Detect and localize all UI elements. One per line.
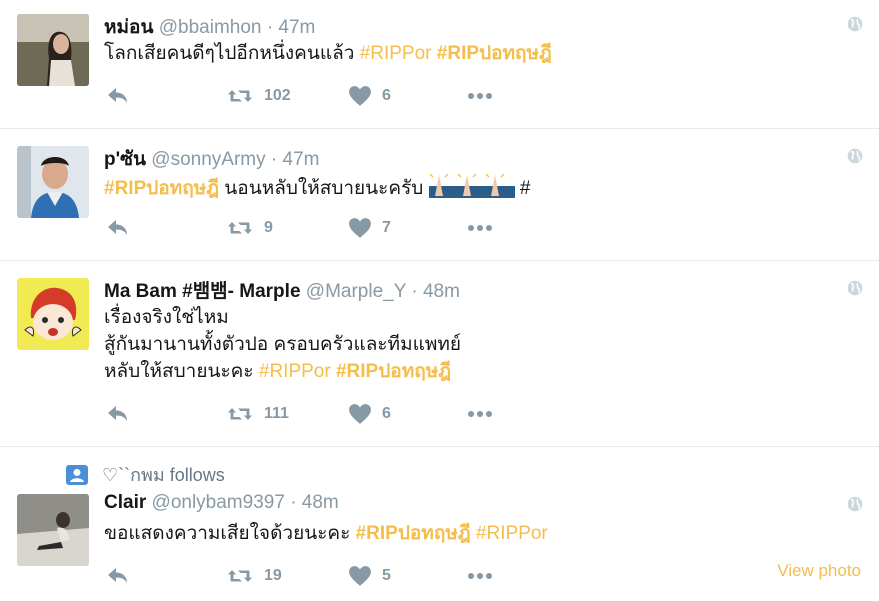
more-button[interactable] <box>466 216 494 245</box>
separator: · <box>411 281 418 302</box>
more-icon <box>468 225 492 231</box>
tweet-header: Ma Bam #뱀뱀- Marple @Marple_Y · 48m <box>104 276 460 303</box>
globe-icon[interactable] <box>847 280 863 296</box>
tweet-3[interactable]: Ma Bam #뱀뱀- Marple @Marple_Y · 48m เรื่อ… <box>0 260 879 447</box>
display-name[interactable]: Clair <box>104 492 146 513</box>
username[interactable]: @sonnyArmy <box>151 149 265 170</box>
retweet-icon <box>228 570 252 582</box>
text-segment: # <box>519 178 531 200</box>
hashtag-link[interactable]: #RIPPor <box>476 523 548 544</box>
retweet-button[interactable]: 102 <box>226 84 291 108</box>
hashtag-link[interactable]: #RIPปอทฤษฎี <box>104 178 219 199</box>
timestamp[interactable]: 48m <box>423 281 460 302</box>
retweet-count: 19 <box>264 567 282 584</box>
reply-button[interactable] <box>106 84 130 108</box>
avatar[interactable] <box>17 494 89 566</box>
tweet-header: Clair @onlybam9397 · 48m <box>104 492 339 514</box>
username[interactable]: @bbaimhon <box>159 17 262 38</box>
display-name[interactable]: หม่อน <box>104 17 153 38</box>
globe-icon[interactable] <box>847 16 863 32</box>
hashtag-link[interactable]: #RIPปอทฤษฎี <box>356 523 471 544</box>
tweet-actions: 102 6 <box>104 84 504 108</box>
text-segment: ขอแสดงความเสียใจด้วยนะคะ <box>104 523 356 544</box>
tweet-2[interactable]: p'ซัน @sonnyArmy · 47m #RIPปอทฤษฎี นอนหล… <box>0 128 879 261</box>
text-segment: โลกเสียคนดีๆไปอีกหนึ่งคนแล้ว <box>104 43 360 64</box>
view-photo-link[interactable]: View photo <box>777 561 861 581</box>
tweet-4[interactable]: Clair @onlybam9397 · 48m ขอแสดงความเสียใ… <box>0 446 879 601</box>
retweet-button[interactable]: 9 <box>226 216 273 240</box>
retweet-button[interactable]: 111 <box>226 402 289 426</box>
folded-hands-emoji <box>428 172 515 206</box>
reply-icon <box>108 88 127 103</box>
retweet-count: 9 <box>264 219 273 236</box>
retweet-count: 111 <box>264 405 289 422</box>
like-count: 7 <box>382 219 391 236</box>
tweet-text: #RIPปอทฤษฎี นอนหลับให้สบายนะครับ # <box>104 172 531 206</box>
reply-icon <box>108 406 127 421</box>
tweet-text: โลกเสียคนดีๆไปอีกหนึ่งคนแล้ว #RIPPor #RI… <box>104 40 552 67</box>
tweet-text: เรื่องจริงใช่ไหม สู้กันมานานทั้งตัวปอ คร… <box>104 304 461 385</box>
hashtag-link[interactable]: #RIPปอทฤษฎี <box>437 43 552 64</box>
reply-button[interactable] <box>106 402 130 426</box>
like-button[interactable]: 6 <box>348 402 391 426</box>
heart-icon <box>349 86 371 106</box>
retweet-icon <box>228 408 252 420</box>
reply-button[interactable] <box>106 216 130 240</box>
tweet-header: p'ซัน @sonnyArmy · 47m <box>104 144 319 174</box>
like-button[interactable]: 7 <box>348 216 391 240</box>
like-count: 5 <box>382 567 391 584</box>
timestamp[interactable]: 47m <box>283 149 320 170</box>
text-line: สู้กันมานานทั้งตัวปอ ครอบครัวและทีมแพทย์ <box>104 334 462 355</box>
display-name[interactable]: Ma Bam #뱀뱀- Marple <box>104 281 301 302</box>
tweet-actions: 9 7 <box>104 216 504 240</box>
hashtag-link[interactable]: #RIPปอทฤษฎี <box>336 361 451 382</box>
text-segment: นอนหลับให้สบายนะครับ <box>219 178 429 200</box>
retweet-count: 102 <box>264 87 291 104</box>
tweet-actions: 19 5 <box>104 564 504 588</box>
hashtag-link[interactable]: #RIPPor <box>259 361 331 382</box>
like-count: 6 <box>382 87 391 104</box>
separator: · <box>290 492 297 513</box>
avatar[interactable] <box>17 278 89 350</box>
text-segment: หลับให้สบายนะคะ <box>104 361 259 382</box>
separator: · <box>266 17 274 38</box>
tweet-actions: 111 6 <box>104 402 504 426</box>
heart-icon <box>349 218 371 238</box>
timestamp[interactable]: 48m <box>302 492 339 513</box>
more-icon <box>468 93 492 99</box>
text-line: เรื่องจริงใช่ไหม <box>104 307 229 328</box>
reply-icon <box>108 568 127 583</box>
reply-icon <box>108 220 127 235</box>
more-button[interactable] <box>466 564 494 593</box>
timestamp[interactable]: 47m <box>278 17 315 38</box>
username[interactable]: @Marple_Y <box>306 281 406 302</box>
heart-icon <box>349 404 371 424</box>
more-icon <box>468 411 492 417</box>
avatar[interactable] <box>17 146 89 218</box>
reply-button[interactable] <box>106 564 130 588</box>
username[interactable]: @onlybam9397 <box>152 492 285 513</box>
like-button[interactable]: 5 <box>348 564 391 588</box>
more-button[interactable] <box>466 402 494 431</box>
more-icon <box>468 573 492 579</box>
globe-icon[interactable] <box>847 148 863 164</box>
display-name[interactable]: p'ซัน <box>104 149 146 170</box>
more-button[interactable] <box>466 84 494 113</box>
heart-icon <box>349 566 371 586</box>
tweet-header: หม่อน @bbaimhon · 47m <box>104 12 315 42</box>
avatar[interactable] <box>17 14 89 86</box>
retweet-button[interactable]: 19 <box>226 564 282 588</box>
retweet-icon <box>228 90 252 102</box>
like-button[interactable]: 6 <box>348 84 391 108</box>
globe-icon[interactable] <box>847 496 863 512</box>
separator: · <box>270 149 278 170</box>
like-count: 6 <box>382 405 391 422</box>
retweet-icon <box>228 222 252 234</box>
hashtag-link[interactable]: #RIPPor <box>360 43 432 64</box>
tweet-1[interactable]: หม่อน @bbaimhon · 47m โลกเสียคนดีๆไปอีกห… <box>0 0 879 129</box>
tweet-text: ขอแสดงความเสียใจด้วยนะคะ #RIPปอทฤษฎี #RI… <box>104 520 548 547</box>
text-line: หลับให้สบายนะคะ #RIPPor #RIPปอทฤษฎี <box>104 358 461 385</box>
